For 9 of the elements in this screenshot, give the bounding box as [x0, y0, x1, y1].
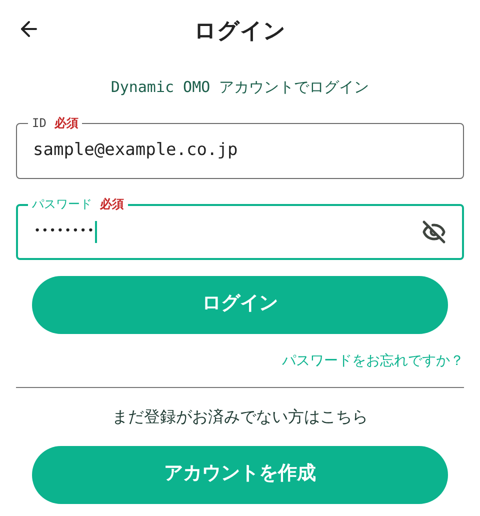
forgot-password-link[interactable]: パスワードをお忘れですか？	[282, 350, 464, 370]
page-title: ログイン	[194, 16, 286, 44]
create-account-button[interactable]: アカウントを作成	[32, 446, 448, 504]
register-prompt: まだ登録がお済みでない方はこちら	[112, 408, 368, 428]
hide-password-icon[interactable]	[422, 220, 446, 244]
field-value: ••••••••	[34, 223, 95, 240]
field-value: sample@example.co.jp	[33, 138, 238, 162]
subtitle: Dynamic OMO アカウントでログイン	[110, 77, 370, 98]
login-button[interactable]: ログイン	[32, 276, 448, 334]
